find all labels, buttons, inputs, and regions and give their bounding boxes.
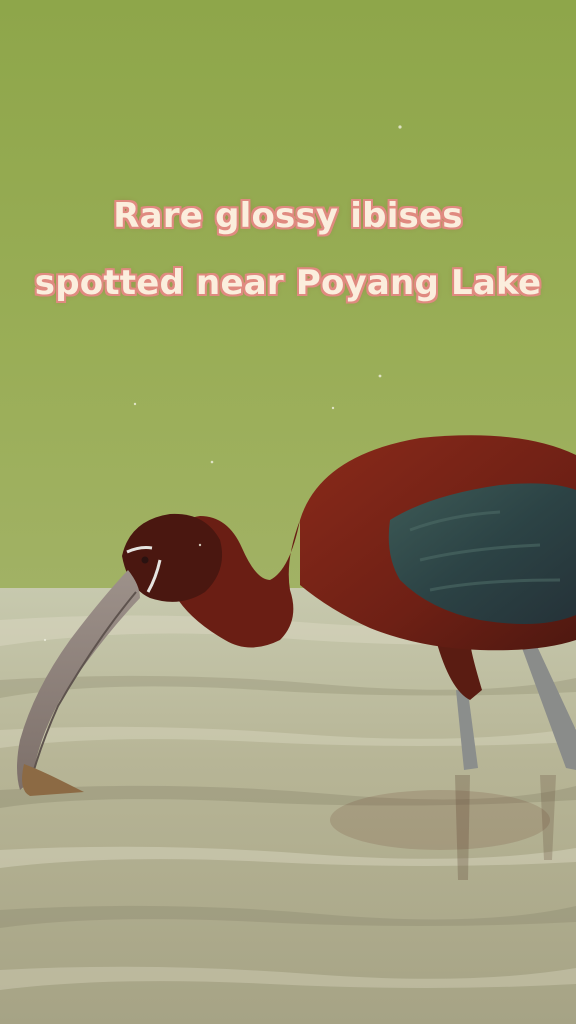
ibis-eye bbox=[141, 556, 149, 564]
ibis-photo bbox=[0, 0, 576, 1024]
caption-line-2: spotted near Poyang Lake bbox=[34, 263, 542, 303]
caption-line-1: Rare glossy ibises bbox=[113, 196, 463, 236]
